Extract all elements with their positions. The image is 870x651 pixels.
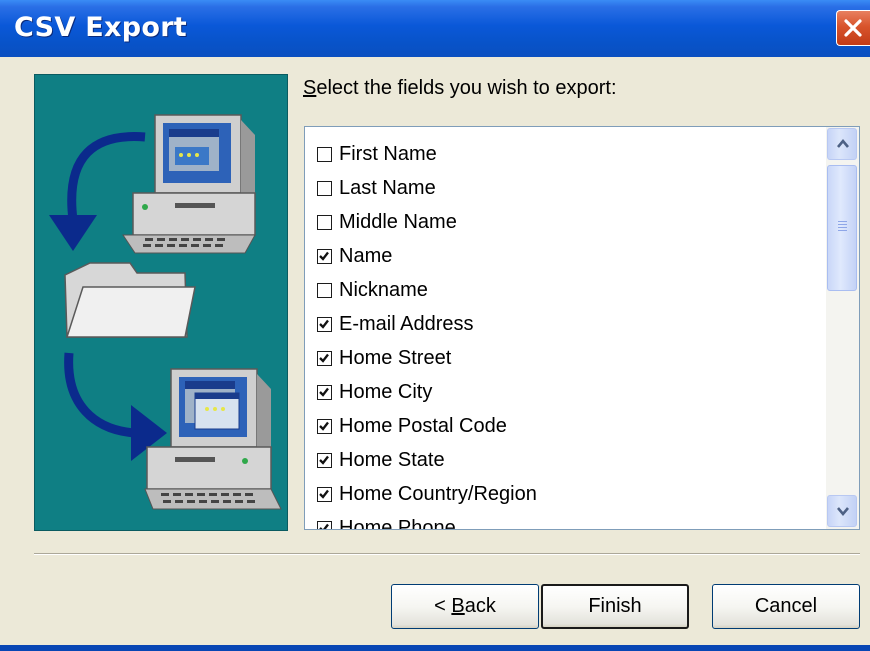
field-list-item[interactable]: Name xyxy=(317,241,392,271)
back-button[interactable]: < Back xyxy=(391,584,539,629)
csv-export-dialog: CSV Export Select the fields you wish to… xyxy=(0,0,870,651)
finish-label: Finish xyxy=(588,595,642,617)
title-bar[interactable]: CSV Export xyxy=(0,0,870,57)
field-list-item[interactable]: Home State xyxy=(317,445,445,475)
field-checkbox[interactable] xyxy=(317,350,332,366)
field-label: First Name xyxy=(339,142,437,165)
field-label: Home City xyxy=(339,380,433,403)
field-list-item[interactable]: Nickname xyxy=(317,275,428,305)
checkmark-icon xyxy=(319,319,329,329)
scroll-down-button[interactable] xyxy=(827,495,857,527)
checkmark-icon xyxy=(319,455,329,465)
field-label: Middle Name xyxy=(339,210,457,233)
field-list-item[interactable]: Last Name xyxy=(317,173,436,203)
checkmark-icon xyxy=(319,251,329,261)
checkmark-icon xyxy=(319,523,329,529)
arrow-icon xyxy=(49,132,146,251)
window-frame-bottom xyxy=(0,645,870,651)
field-checkbox[interactable] xyxy=(317,418,332,434)
folder-icon xyxy=(64,262,196,338)
cancel-button[interactable]: Cancel xyxy=(712,584,860,629)
fields-listbox[interactable]: First Name Last Name Middle Name Name Nickna… xyxy=(304,126,860,530)
field-checkbox[interactable] xyxy=(317,486,332,502)
field-label: Home State xyxy=(339,448,445,471)
chevron-up-icon xyxy=(837,138,849,148)
cancel-label: Cancel xyxy=(754,595,818,617)
field-list-item[interactable]: Home Country/Region xyxy=(317,479,537,509)
chevron-down-icon xyxy=(837,507,849,517)
close-button[interactable] xyxy=(836,10,870,46)
field-list-item[interactable]: First Name xyxy=(317,139,437,169)
field-label: Home Street xyxy=(339,346,452,369)
checkmark-icon xyxy=(319,387,329,397)
field-list-item[interactable]: Home Phone xyxy=(317,513,456,530)
computer-icon xyxy=(144,368,282,510)
field-checkbox[interactable] xyxy=(317,214,332,230)
field-list-item[interactable]: Home Postal Code xyxy=(317,411,507,441)
field-list-item[interactable]: Home City xyxy=(317,377,432,407)
field-checkbox[interactable] xyxy=(317,520,332,529)
vertical-scrollbar[interactable] xyxy=(826,127,859,529)
checkmark-icon xyxy=(319,421,329,431)
field-list-item[interactable]: Home Street xyxy=(317,343,451,373)
separator-line xyxy=(34,553,860,555)
field-label: Home Postal Code xyxy=(339,414,507,437)
scroll-thumb[interactable] xyxy=(827,165,857,291)
back-prefix: < xyxy=(434,595,452,617)
field-label: Nickname xyxy=(339,278,428,301)
field-checkbox[interactable] xyxy=(317,248,332,264)
instruction-mnemonic: S xyxy=(303,77,317,99)
field-list-item[interactable]: Middle Name xyxy=(317,207,457,237)
field-list-item[interactable]: E-mail Address xyxy=(317,309,474,339)
field-checkbox[interactable] xyxy=(317,384,332,400)
back-mnemonic: B xyxy=(451,595,465,617)
back-label: ack xyxy=(464,595,496,617)
checkmark-icon xyxy=(319,353,329,363)
field-checkbox[interactable] xyxy=(317,316,332,332)
field-label: Home Phone xyxy=(339,516,456,530)
window-title: CSV Export xyxy=(14,12,188,43)
checkmark-icon xyxy=(319,489,329,499)
finish-button[interactable]: Finish xyxy=(541,584,689,629)
field-label: E-mail Address xyxy=(339,312,474,335)
arrow-icon xyxy=(64,352,167,461)
scroll-up-button[interactable] xyxy=(827,128,857,160)
field-checkbox[interactable] xyxy=(317,146,332,162)
fields-instruction-label: Select the fields you wish to export: xyxy=(303,77,617,100)
field-label: Last Name xyxy=(339,176,436,199)
field-label: Home Country/Region xyxy=(339,482,537,505)
field-checkbox[interactable] xyxy=(317,180,332,196)
grip-icon xyxy=(838,221,847,233)
field-checkbox[interactable] xyxy=(317,282,332,298)
instruction-text: elect the fields you wish to export: xyxy=(316,77,617,99)
field-label: Name xyxy=(339,244,393,267)
field-checkbox[interactable] xyxy=(317,452,332,468)
close-icon xyxy=(844,19,862,37)
wizard-illustration xyxy=(34,74,288,531)
